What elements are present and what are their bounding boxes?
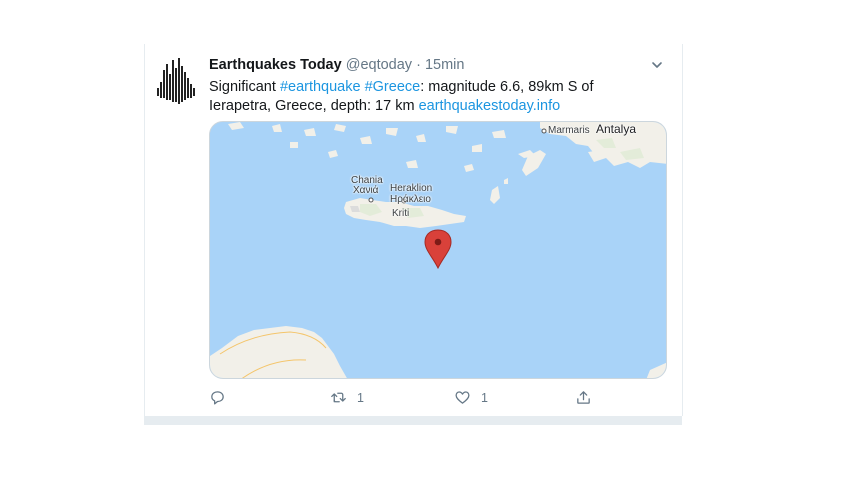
heart-icon [455, 391, 470, 404]
map-label-heraklion-gr: Ηράκλειο [390, 194, 431, 205]
like-button[interactable]: 1 [454, 389, 488, 406]
share-button[interactable] [575, 389, 592, 406]
hashtag-greece[interactable]: #Greece [365, 79, 421, 95]
tweet-header: Earthquakes Today @eqtoday · 15min [209, 57, 464, 73]
author-name[interactable]: Earthquakes Today [209, 57, 342, 73]
timestamp[interactable]: 15min [425, 57, 465, 73]
tweet-actions: 1 1 [0, 389, 854, 409]
retweet-icon [331, 392, 346, 403]
seismograph-icon [157, 58, 195, 104]
retweet-button[interactable]: 1 [330, 389, 364, 406]
map-label-marmaris: Marmaris [548, 125, 590, 136]
map-graphic [210, 122, 666, 378]
retweet-count: 1 [357, 390, 364, 405]
tweet-text: Significant #earthquake #Greece: magnitu… [209, 78, 659, 116]
avatar[interactable] [156, 58, 196, 104]
map-label-chania-gr: Χανιά [353, 185, 379, 196]
separator-dot: · [416, 57, 421, 73]
map-image[interactable]: Chania Χανιά Heraklion Ηράκλειο Kriti Ma… [209, 121, 667, 379]
map-label-kriti: Kriti [392, 208, 410, 219]
tweet-menu-button[interactable] [650, 58, 664, 72]
text-prefix: Significant [209, 79, 280, 95]
reply-button[interactable] [209, 389, 226, 406]
hashtag-earthquake[interactable]: #earthquake [280, 79, 361, 95]
author-handle[interactable]: @eqtoday [346, 57, 412, 73]
feed-divider [144, 416, 682, 425]
map-label-antalya: Antalya [596, 122, 637, 136]
reply-icon [211, 391, 224, 405]
map-label-heraklion-en: Heraklion [390, 183, 433, 194]
like-count: 1 [481, 390, 488, 405]
chevron-down-icon [652, 62, 662, 68]
share-icon [577, 391, 590, 404]
tweet-link[interactable]: earthquakestoday.info [419, 98, 561, 114]
